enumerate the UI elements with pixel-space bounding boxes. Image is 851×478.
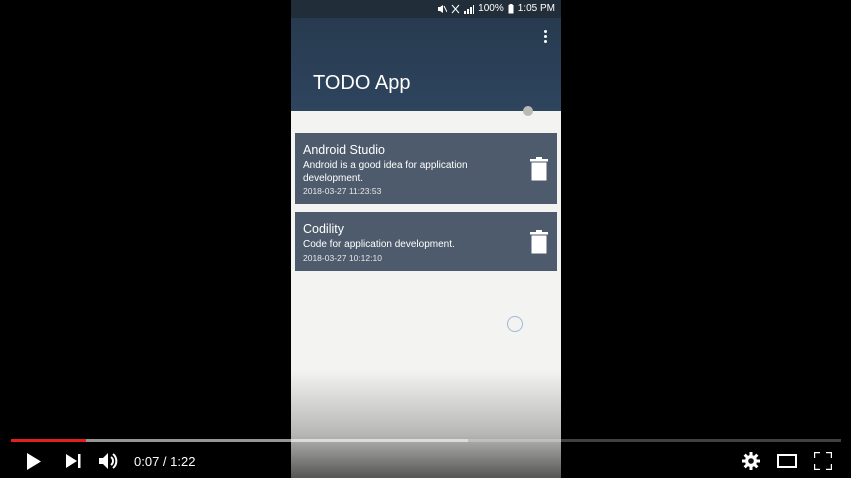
trash-icon[interactable] xyxy=(529,157,549,181)
todo-description: Android is a good idea for application d… xyxy=(303,160,468,184)
gear-icon xyxy=(742,452,760,470)
play-button[interactable] xyxy=(22,450,46,472)
app-title: TODO App xyxy=(313,72,411,94)
app-bar: TODO App xyxy=(291,18,561,111)
player-controls: 0:07 / 1:22 xyxy=(0,446,851,476)
progress-bar[interactable] xyxy=(11,439,841,442)
todo-timestamp: 2018-03-27 11:23:53 xyxy=(303,186,382,196)
theater-icon xyxy=(777,454,797,468)
settings-button[interactable] xyxy=(739,450,763,472)
battery-percent: 100% xyxy=(478,3,504,14)
volume-button[interactable] xyxy=(98,450,122,472)
volume-icon xyxy=(99,453,118,469)
play-icon xyxy=(27,452,41,470)
trash-icon[interactable] xyxy=(529,230,549,254)
next-button[interactable] xyxy=(62,450,86,472)
signal-icon xyxy=(464,4,475,14)
phone-screen: 100% 1:05 PM TODO App Android Studio And… xyxy=(291,0,561,478)
todo-timestamp: 2018-03-27 10:12:10 xyxy=(303,253,382,263)
more-vert-icon[interactable] xyxy=(541,30,549,48)
skip-next-icon xyxy=(66,454,81,468)
touch-indicator xyxy=(507,316,523,332)
alarm-icon xyxy=(451,4,460,13)
clock: 1:05 PM xyxy=(517,3,555,14)
todo-item[interactable]: Android Studio Android is a good idea fo… xyxy=(295,133,557,204)
battery-icon xyxy=(508,3,514,13)
todo-title: Codility xyxy=(303,222,344,236)
fullscreen-button[interactable] xyxy=(811,450,835,472)
todo-title: Android Studio xyxy=(303,143,386,157)
time-display: 0:07 / 1:22 xyxy=(134,454,196,469)
fullscreen-icon xyxy=(814,452,832,470)
todo-item[interactable]: Codility Code for application developmen… xyxy=(295,212,557,271)
status-bar: 100% 1:05 PM xyxy=(291,0,561,18)
todo-description: Code for application development. xyxy=(303,239,455,250)
mute-icon xyxy=(438,4,448,13)
theater-mode-button[interactable] xyxy=(775,450,799,472)
played-bar xyxy=(11,439,86,442)
overscroll-indicator xyxy=(523,106,533,116)
